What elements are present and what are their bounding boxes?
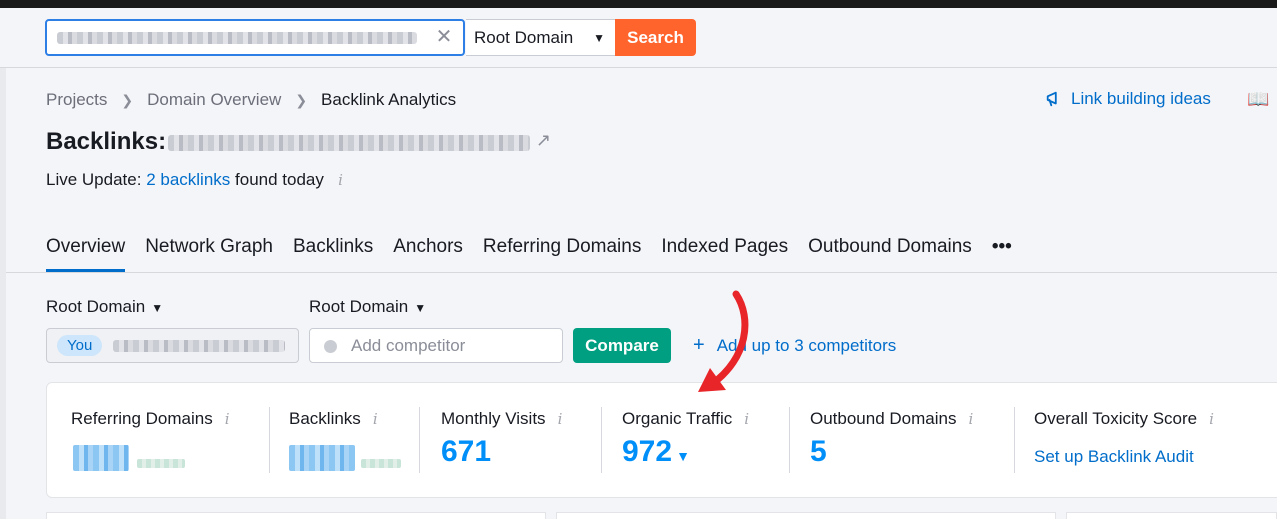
tab-network-graph[interactable]: Network Graph [145, 236, 273, 272]
metric-organic-traffic: Organic Traffic i 972 ▼ [622, 409, 749, 469]
info-icon[interactable]: i [968, 410, 973, 428]
domain-search-input[interactable]: ✕ [45, 19, 465, 56]
blurred-domain-text [57, 32, 417, 44]
metric-value: 972 [622, 435, 673, 468]
setup-backlink-audit-link[interactable]: Set up Backlink Audit [1034, 447, 1214, 467]
red-arrow-annotation [698, 290, 749, 392]
browser-top-strip [0, 0, 1277, 8]
bottom-card [1066, 512, 1277, 519]
blurred-your-domain [113, 340, 285, 352]
link-building-ideas-link[interactable]: Link building ideas [1045, 89, 1211, 109]
breadcrumb-projects[interactable]: Projects [46, 90, 107, 110]
metric-label: Monthly Visits [441, 409, 546, 428]
info-icon[interactable]: i [558, 410, 563, 428]
bottom-card [556, 512, 1056, 519]
chevron-down-icon: ▼ [593, 31, 605, 45]
compare-button[interactable]: Compare [573, 328, 671, 363]
breadcrumb: Projects ❯ Domain Overview ❯ Backlink An… [46, 90, 456, 110]
metric-referring-domains: Referring Domains i [71, 409, 230, 429]
breadcrumb-backlink-analytics: Backlink Analytics [321, 90, 457, 109]
left-edge [0, 68, 6, 519]
breadcrumb-domain-overview[interactable]: Domain Overview [147, 90, 281, 110]
live-update-suffix: found today [235, 170, 324, 189]
search-button[interactable]: Search [615, 19, 696, 56]
your-domain-field: You [46, 328, 299, 363]
metric-backlinks: Backlinks i [289, 409, 378, 429]
blurred-value [289, 445, 355, 471]
root-domain-dropdown-you[interactable]: Root Domain ▼ [46, 297, 163, 317]
blurred-title-domain [168, 135, 530, 151]
external-link-icon[interactable]: ↗ [536, 130, 551, 151]
metric-label: Backlinks [289, 409, 361, 428]
tab-indexed-pages[interactable]: Indexed Pages [661, 236, 788, 272]
clear-icon[interactable]: ✕ [433, 26, 455, 48]
live-update-backlinks-link[interactable]: 2 backlinks [146, 170, 230, 189]
metric-divider [789, 407, 790, 473]
metric-toxicity-score: Overall Toxicity Score i Set up Backlink … [1034, 409, 1214, 467]
root-domain-dropdown-you-label: Root Domain [46, 297, 146, 316]
metric-divider [1014, 407, 1015, 473]
competitor-input[interactable]: Add competitor [309, 328, 563, 363]
chevron-down-icon: ▼ [414, 301, 427, 315]
megaphone-icon [1046, 91, 1057, 107]
info-icon[interactable]: i [744, 410, 749, 428]
chevron-down-icon: ▼ [676, 448, 690, 464]
metric-divider [269, 407, 270, 473]
metric-label: Referring Domains [71, 409, 213, 428]
chevron-right-icon: ❯ [295, 91, 308, 108]
dot-icon [324, 340, 337, 353]
root-domain-dropdown-competitor[interactable]: Root Domain ▼ [309, 297, 426, 317]
you-badge: You [57, 335, 103, 356]
tab-outbound-domains[interactable]: Outbound Domains [808, 236, 972, 272]
metric-divider [419, 407, 420, 473]
tab-backlinks[interactable]: Backlinks [293, 236, 373, 272]
tabs-divider [6, 272, 1277, 273]
chevron-right-icon: ❯ [121, 91, 134, 108]
more-tabs-icon[interactable]: ••• [992, 236, 1012, 272]
bottom-card [46, 512, 546, 519]
root-domain-select[interactable]: Root Domain ▼ [466, 19, 616, 56]
chevron-down-icon: ▼ [151, 301, 164, 315]
live-update-prefix: Live Update: [46, 170, 142, 189]
tab-bar: Overview Network Graph Backlinks Anchors… [46, 236, 1012, 272]
search-bar: ✕ Root Domain ▼ Search [0, 8, 1277, 68]
info-icon[interactable]: i [329, 171, 343, 189]
metric-value[interactable]: 671 [441, 435, 562, 469]
root-domain-dropdown-competitor-label: Root Domain [309, 297, 409, 316]
blurred-value [73, 445, 129, 471]
link-building-ideas-label: Link building ideas [1071, 89, 1211, 108]
info-icon[interactable]: i [1209, 410, 1214, 428]
info-icon[interactable]: i [373, 410, 378, 428]
metric-outbound-domains: Outbound Domains i 5 [810, 409, 973, 469]
page-title: Backlinks: [46, 128, 167, 155]
tab-overview[interactable]: Overview [46, 236, 126, 272]
metric-divider [601, 407, 602, 473]
tab-anchors[interactable]: Anchors [393, 236, 463, 272]
info-icon[interactable]: i [225, 410, 230, 428]
root-domain-select-label: Root Domain [474, 28, 574, 47]
book-icon[interactable]: 📖 [1247, 89, 1269, 110]
metrics-card: Referring Domains i Backlinks i Monthly Vi… [46, 382, 1277, 498]
metric-label: Organic Traffic [622, 409, 733, 428]
blurred-change [137, 459, 185, 468]
metric-label: Outbound Domains [810, 409, 957, 428]
tab-referring-domains[interactable]: Referring Domains [483, 236, 641, 272]
metric-monthly-visits: Monthly Visits i 671 [441, 409, 562, 469]
live-update: Live Update: 2 backlinks found today i [46, 170, 343, 190]
competitor-placeholder: Add competitor [351, 336, 466, 355]
metric-value-organic-traffic[interactable]: 972 ▼ [622, 435, 749, 469]
blurred-change [361, 459, 401, 468]
metric-value[interactable]: 5 [810, 435, 973, 469]
metric-label: Overall Toxicity Score [1034, 409, 1198, 428]
